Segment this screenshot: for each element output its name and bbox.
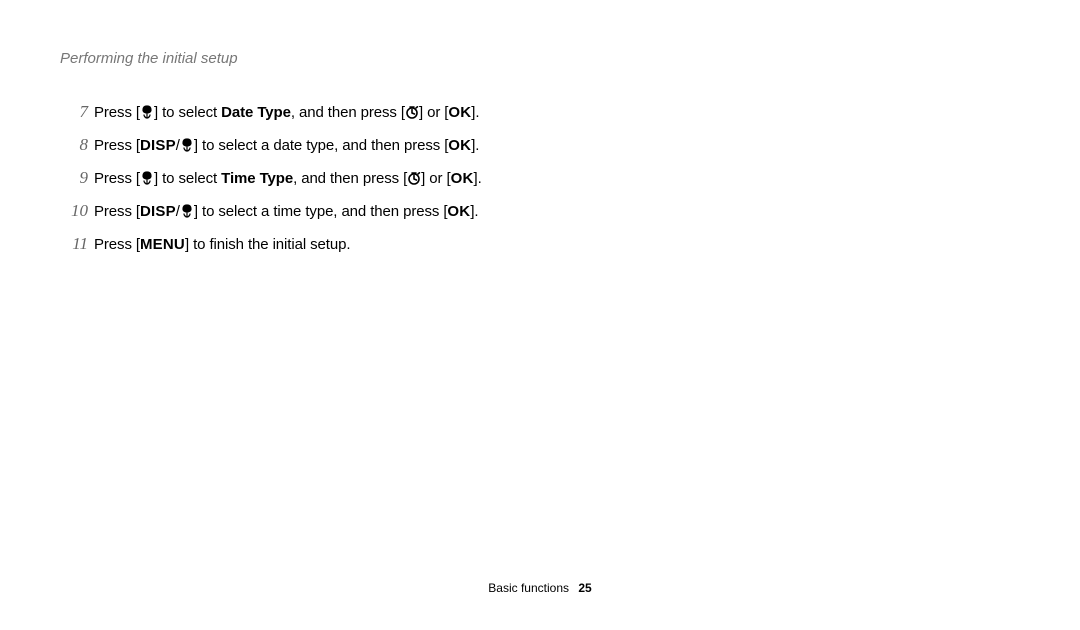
page-footer: Basic functions 25: [0, 581, 1080, 595]
step-text: Press [] to select Date Type, and then p…: [94, 102, 1020, 123]
footer-section: Basic functions: [488, 581, 569, 595]
step-list: 7 Press [] to select Date Type, and then …: [60, 102, 1020, 255]
macro-icon: [140, 105, 154, 119]
manual-page: Performing the initial setup 7 Press [] t…: [0, 0, 1080, 630]
step-number: 7: [60, 102, 88, 122]
ok-icon: OK: [447, 203, 470, 220]
macro-icon: [140, 171, 154, 185]
step-text: Press [] to select Time Type, and then p…: [94, 168, 1020, 189]
menu-icon: MENU: [140, 236, 185, 253]
ok-icon: OK: [448, 104, 471, 121]
step-text: Press [MENU] to finish the initial setup…: [94, 234, 1020, 255]
timer-icon: [405, 105, 419, 119]
step-number: 11: [60, 234, 88, 254]
disp-icon: DISP: [140, 137, 176, 154]
step-bold-term: Time Type: [221, 170, 293, 187]
page-title: Performing the initial setup: [60, 50, 1020, 67]
ok-icon: OK: [451, 170, 474, 187]
step-number: 9: [60, 168, 88, 188]
step-text: Press [DISP/] to select a date type, and…: [94, 135, 1020, 156]
footer-page-number: 25: [578, 581, 591, 595]
ok-icon: OK: [448, 137, 471, 154]
macro-icon: [180, 204, 194, 218]
timer-icon: [407, 171, 421, 185]
step-text: Press [DISP/] to select a time type, and…: [94, 201, 1020, 222]
step-number: 10: [60, 201, 88, 221]
step-number: 8: [60, 135, 88, 155]
macro-icon: [180, 138, 194, 152]
disp-icon: DISP: [140, 203, 176, 220]
step-bold-term: Date Type: [221, 104, 291, 121]
